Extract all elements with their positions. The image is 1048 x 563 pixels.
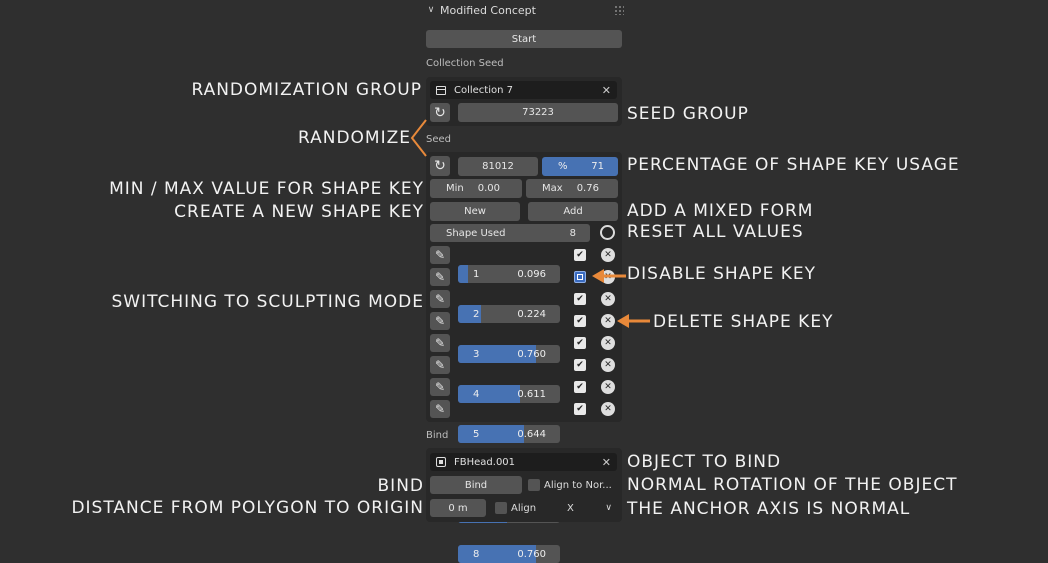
shape-value: 0.760 [517,548,546,560]
annotation-sculpt-mode: Switching to sculpting mode [111,292,424,312]
annotation-disable-shape: Disable shape key [627,264,816,284]
annotation-randomization-group: Randomization group [191,80,422,100]
annotation-randomize: Randomize [297,128,411,148]
annotation-min-max: Min / Max value for shape key [109,179,424,199]
annotation-distance: Distance from polygon to origin [71,498,424,518]
annotation-normal-rotation: Normal rotation of the object [627,475,958,495]
annotation-seed-group: Seed group [627,104,749,124]
annotation-anchor-axis: The anchor axis is normal [627,499,911,519]
annotation-create-new: Create a new shape key [174,202,424,222]
annotation-object-to-bind: Object to bind [627,452,782,472]
annotation-reset-all: Reset all values [627,222,804,242]
shape-index: 8 [473,548,480,560]
annotation-bind: Bind [377,476,424,496]
annotation-add-mixed: Add a mixed form [627,201,814,221]
annotation-percentage: Percentage of shape key usage [627,155,960,175]
randomize-bracket [410,119,427,157]
arrow-delete-shape [617,314,650,328]
annotation-arrows [410,119,650,328]
annotation-delete-shape: Delete shape key [653,312,834,332]
shape-value-slider[interactable]: 8 0.760 [458,545,560,563]
arrow-disable-shape [592,269,626,283]
